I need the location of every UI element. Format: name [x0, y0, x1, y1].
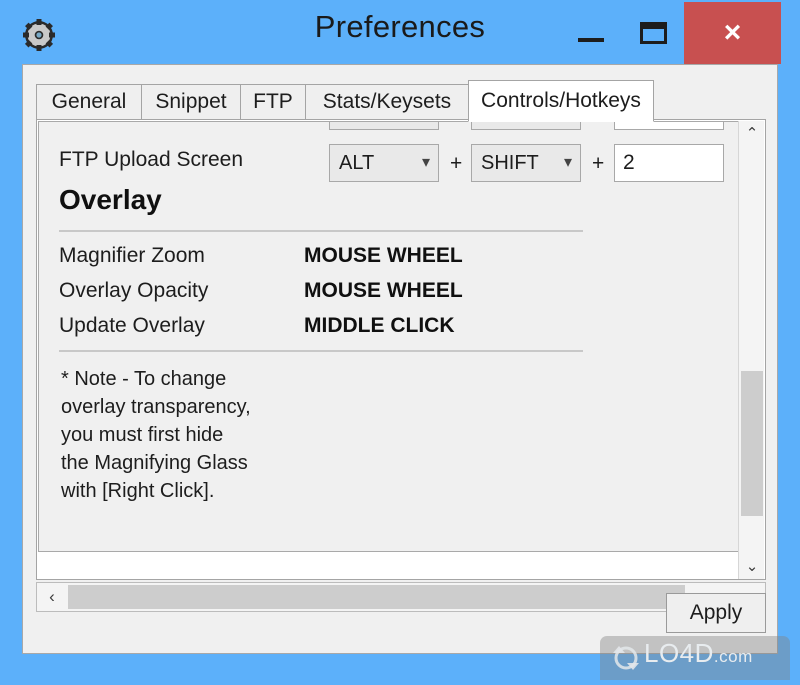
- list-item: Update Overlay MIDDLE CLICK: [39, 310, 739, 346]
- tab-ftp[interactable]: FTP: [240, 84, 306, 120]
- maximize-button[interactable]: [622, 0, 684, 68]
- scroll-left-icon[interactable]: ‹: [37, 583, 67, 611]
- modifier2-value: SHIFT: [481, 152, 539, 174]
- modifier1-value: ALT: [339, 152, 375, 174]
- minimize-button[interactable]: [560, 0, 622, 68]
- plus-separator-1: +: [450, 152, 463, 175]
- section-divider-bottom: [59, 350, 583, 352]
- hotkey-key-input[interactable]: 2: [614, 144, 724, 182]
- table-row: FTP Upload Screen ALT ▾ + SHIFT ▾ + 2: [39, 140, 739, 186]
- overlay-note-text: * Note - To change overlay transparency,…: [61, 368, 251, 502]
- section-heading-overlay: Overlay: [59, 184, 162, 215]
- list-item: Overlay Opacity MOUSE WHEEL: [39, 275, 739, 311]
- tab-stats-keysets[interactable]: Stats/Keysets: [305, 84, 469, 120]
- list-item: Magnifier Zoom MOUSE WHEEL: [39, 240, 739, 276]
- refresh-logo-icon: [613, 646, 639, 670]
- chevron-down-icon: ▾: [421, 154, 430, 171]
- dialog-body: General Snippet FTP Stats/Keysets Contro…: [22, 64, 778, 654]
- title-bar: Preferences ×: [0, 0, 800, 68]
- hotkey-label-ftp-upload-screen: FTP Upload Screen: [59, 148, 244, 171]
- chevron-down-icon: ▾: [563, 154, 572, 171]
- action-label-update-overlay: Update Overlay: [59, 314, 205, 337]
- action-label-overlay-opacity: Overlay Opacity: [59, 279, 209, 302]
- watermark-brand: LO4D: [644, 638, 714, 668]
- close-icon: ×: [723, 16, 742, 49]
- minimize-icon: [578, 38, 604, 42]
- scroll-down-icon[interactable]: ⌄: [739, 554, 765, 579]
- clipped-modifier2-select[interactable]: ▾: [471, 122, 581, 130]
- action-value-magnifier-zoom: MOUSE WHEEL: [304, 244, 463, 267]
- modifier2-select[interactable]: SHIFT ▾: [471, 144, 581, 182]
- action-value-update-overlay: MIDDLE CLICK: [304, 314, 455, 337]
- modifier1-select[interactable]: ALT ▾: [329, 144, 439, 182]
- close-button[interactable]: ×: [684, 2, 781, 64]
- preferences-window: Preferences × General Snippet FTP Stats/…: [0, 0, 800, 685]
- section-divider-top: [59, 230, 583, 232]
- apply-button[interactable]: Apply: [666, 593, 766, 633]
- hotkeys-viewport: ▾ ▾ FTP Upload Screen ALT ▾ +: [38, 121, 740, 552]
- watermark-text: LO4D.com: [644, 638, 753, 669]
- horizontal-scrollbar[interactable]: ‹ ›: [36, 582, 766, 612]
- watermark-suffix: .com: [713, 647, 753, 666]
- chevron-down-icon: ▾: [564, 122, 572, 129]
- vertical-scroll-thumb[interactable]: [741, 371, 763, 516]
- clipped-modifier1-select[interactable]: ▾: [329, 122, 439, 130]
- tab-snippet[interactable]: Snippet: [141, 84, 241, 120]
- action-label-magnifier-zoom: Magnifier Zoom: [59, 244, 205, 267]
- tab-strip: General Snippet FTP Stats/Keysets Contro…: [36, 80, 766, 122]
- scroll-up-icon[interactable]: ⌃: [739, 121, 765, 147]
- vertical-scrollbar[interactable]: ⌃ ⌄: [738, 121, 765, 579]
- tab-general[interactable]: General: [36, 84, 142, 120]
- chevron-down-icon: ▾: [422, 122, 430, 129]
- scroll-panel: ▾ ▾ FTP Upload Screen ALT ▾ +: [36, 119, 766, 580]
- watermark: LO4D.com: [600, 636, 790, 680]
- clipped-key-input[interactable]: [614, 122, 724, 130]
- tab-controls-hotkeys[interactable]: Controls/Hotkeys: [468, 80, 654, 122]
- action-value-overlay-opacity: MOUSE WHEEL: [304, 279, 463, 302]
- table-row-clipped: ▾ ▾: [39, 122, 739, 134]
- maximize-icon: [640, 22, 667, 44]
- plus-separator-2: +: [592, 152, 605, 175]
- horizontal-scroll-thumb[interactable]: [68, 585, 685, 609]
